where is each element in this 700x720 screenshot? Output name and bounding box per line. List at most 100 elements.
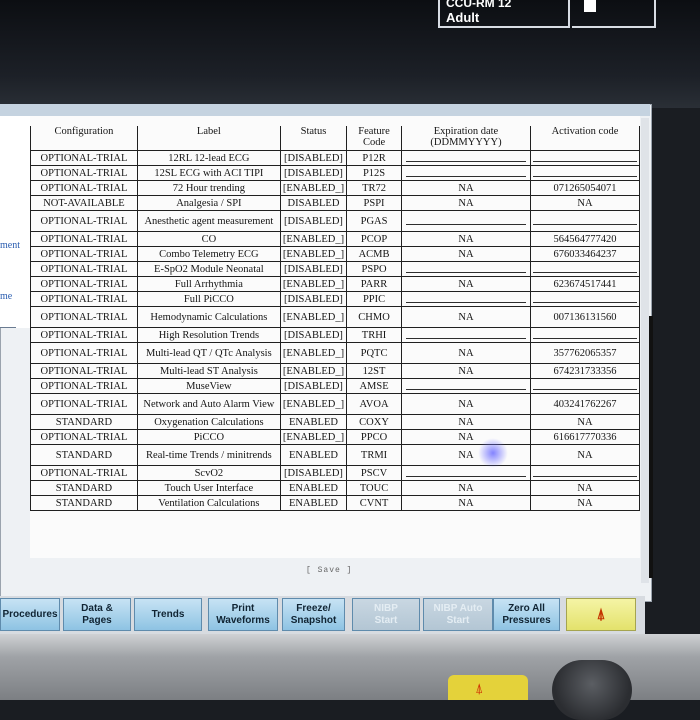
table-row[interactable]: OPTIONAL-TRIAL Combo Telemetry ECG [ENABLE… xyxy=(30,246,641,262)
data-pages-button[interactable]: Data & Pages xyxy=(63,598,131,631)
cell-feature-code-text: P12S xyxy=(362,167,386,179)
cell-activation-text: NA xyxy=(577,497,593,509)
cell-status: [ENABLED_] xyxy=(279,246,348,262)
alarm-silence-button[interactable]: ⍋ xyxy=(566,598,636,631)
zero-all-pressures-button-line1: Zero All xyxy=(508,602,545,614)
cell-expiration-text: NA xyxy=(458,482,474,494)
cell-configuration-text: STANDARD xyxy=(55,416,113,428)
cell-expiration-text: NA xyxy=(458,398,474,410)
cell-expiration: NA xyxy=(401,231,531,247)
blank-field-line xyxy=(405,470,526,477)
cell-feature-code: TRMI xyxy=(346,444,402,466)
cell-label-text: Anesthetic agent measurement xyxy=(144,215,274,227)
scrollbar-thumb[interactable] xyxy=(649,316,653,578)
cell-configuration: OPTIONAL-TRIAL xyxy=(30,363,138,379)
freeze-snapshot-button[interactable]: Freeze/Snapshot xyxy=(282,598,345,631)
scrollbar-track[interactable] xyxy=(641,118,649,583)
side-panel-label-2[interactable]: me xyxy=(0,291,12,302)
table-row[interactable]: OPTIONAL-TRIAL PiCCO [ENABLED_] PPCO NA 61661… xyxy=(30,429,641,445)
table-row[interactable]: OPTIONAL-TRIAL MuseView [DISABLED] AMSE xyxy=(30,378,641,394)
cell-feature-code: TR72 xyxy=(346,180,402,196)
patient-category: Adult xyxy=(446,10,480,25)
cell-label-text: Multi-lead QT / QTc Analysis xyxy=(146,347,272,359)
cell-label-text: High Resolution Trends xyxy=(158,329,260,341)
table-row[interactable]: OPTIONAL-TRIAL E-SpO2 Module Neonatal [DIS… xyxy=(30,261,641,277)
cell-feature-code-text: PARR xyxy=(360,278,388,290)
table-row[interactable]: STANDARD Touch User Interface ENABLED TOUC N… xyxy=(30,480,641,496)
cell-configuration: NOT-AVAILABLE xyxy=(30,195,138,211)
cell-label-text: Analgesia / SPI xyxy=(176,197,242,209)
feature-table-panel: Configuration Label Status Feature Code … xyxy=(30,116,641,558)
table-row[interactable]: STANDARD Ventilation Calculations ENABLED C… xyxy=(30,495,641,511)
cell-activation xyxy=(529,378,641,394)
cell-activation-text: 623674517441 xyxy=(553,278,617,290)
table-row[interactable]: NOT-AVAILABLE Analgesia / SPI DISABLED PSPI… xyxy=(30,195,641,211)
cell-feature-code: PCOP xyxy=(346,231,402,247)
cell-expiration: NA xyxy=(401,393,531,415)
cell-feature-code-text: PSCV xyxy=(360,467,388,479)
cell-configuration-text: OPTIONAL-TRIAL xyxy=(40,365,128,377)
table-row[interactable]: OPTIONAL-TRIAL Hemodynamic Calculations [E… xyxy=(30,306,641,328)
cell-configuration-text: OPTIONAL-TRIAL xyxy=(40,398,128,410)
cell-configuration: OPTIONAL-TRIAL xyxy=(30,231,138,247)
table-row[interactable]: OPTIONAL-TRIAL Full PiCCO [DISABLED] PPIC xyxy=(30,291,641,307)
cell-label: PiCCO xyxy=(136,429,281,445)
table-header-row: Configuration Label Status Feature Code … xyxy=(30,126,641,151)
trim-knob[interactable] xyxy=(552,660,632,720)
cell-label: Anesthetic agent measurement xyxy=(136,210,281,232)
cell-configuration: OPTIONAL-TRIAL xyxy=(30,378,138,394)
table-row[interactable]: OPTIONAL-TRIAL CO [ENABLED_] PCOP NA 56456477… xyxy=(30,231,641,247)
zero-all-pressures-button[interactable]: Zero All Pressures xyxy=(493,598,560,631)
cell-status-text: [ENABLED_] xyxy=(282,398,345,410)
cell-activation: 357762065357 xyxy=(529,342,641,364)
table-row[interactable]: OPTIONAL-TRIAL 12RL 12-lead ECG [DISABLED]… xyxy=(30,150,641,166)
cell-configuration-text: STANDARD xyxy=(55,497,113,509)
cell-status: [DISABLED] xyxy=(279,165,348,181)
cell-configuration-text: OPTIONAL-TRIAL xyxy=(40,152,128,164)
print-waveforms-button[interactable]: Print Waveforms xyxy=(208,598,278,631)
cell-expiration xyxy=(401,150,531,166)
table-row[interactable]: OPTIONAL-TRIAL Full Arrhythmia [ENABLED_] P… xyxy=(30,276,641,292)
cell-feature-code-text: CVNT xyxy=(359,497,389,509)
procedures-button[interactable]: Procedures xyxy=(0,598,60,631)
table-row[interactable]: OPTIONAL-TRIAL High Resolution Trends [DIS… xyxy=(30,327,641,343)
table-row[interactable]: OPTIONAL-TRIAL Multi-lead QT / QTc Analys… xyxy=(30,342,641,364)
cell-label: CO xyxy=(136,231,281,247)
table-row[interactable]: OPTIONAL-TRIAL Network and Auto Alarm Vie… xyxy=(30,393,641,415)
alarm-silence-key[interactable] xyxy=(448,675,528,700)
nibp-start-button[interactable]: NIBP Start xyxy=(352,598,420,631)
cell-expiration-text: NA xyxy=(458,365,474,377)
side-panel-label-1[interactable]: ment xyxy=(0,240,20,251)
cell-label: Network and Auto Alarm View xyxy=(136,393,281,415)
blank-field-line xyxy=(532,470,637,477)
table-row[interactable]: OPTIONAL-TRIAL ScvO2 [DISABLED] PSCV xyxy=(30,465,641,481)
cell-label-text: MuseView xyxy=(186,380,232,392)
cell-activation: 564564777420 xyxy=(529,231,641,247)
col-header-configuration: Configuration xyxy=(30,126,138,151)
cell-configuration: OPTIONAL-TRIAL xyxy=(30,429,138,445)
trends-button[interactable]: Trends xyxy=(134,598,202,631)
cell-configuration: OPTIONAL-TRIAL xyxy=(30,165,138,181)
table-row[interactable]: OPTIONAL-TRIAL Anesthetic agent measureme… xyxy=(30,210,641,232)
cell-status: [ENABLED_] xyxy=(279,393,348,415)
table-row[interactable]: STANDARD Real-time Trends / minitrends ENA… xyxy=(30,444,641,466)
cell-status-text: [ENABLED_] xyxy=(282,431,345,443)
cell-status: [ENABLED_] xyxy=(279,306,348,328)
cell-configuration-text: STANDARD xyxy=(55,449,113,461)
cell-expiration: NA xyxy=(401,495,531,511)
table-row[interactable]: OPTIONAL-TRIAL 72 Hour trending [ENABLED_]… xyxy=(30,180,641,196)
cell-configuration: OPTIONAL-TRIAL xyxy=(30,306,138,328)
cell-status: ENABLED xyxy=(279,480,348,496)
patient-info-box[interactable]: CCU-RM 12 Adult xyxy=(438,0,570,28)
save-button[interactable]: [ Save ] xyxy=(306,566,352,575)
table-row[interactable]: OPTIONAL-TRIAL 12SL ECG with ACI TIPI [DIS… xyxy=(30,165,641,181)
nibp-auto-start-button[interactable]: NIBP Auto Start xyxy=(423,598,493,631)
blank-field-line xyxy=(405,218,526,225)
table-row[interactable]: OPTIONAL-TRIAL Multi-lead ST Analysis [ENA… xyxy=(30,363,641,379)
cell-label-text: Real-time Trends / minitrends xyxy=(146,449,272,461)
cell-status-text: [DISABLED] xyxy=(283,329,343,341)
table-row[interactable]: STANDARD Oxygenation Calculations ENABLED C… xyxy=(30,414,641,430)
cell-status: [ENABLED_] xyxy=(279,363,348,379)
header-status-box[interactable] xyxy=(572,0,656,28)
dialog-title-strip xyxy=(0,104,650,116)
